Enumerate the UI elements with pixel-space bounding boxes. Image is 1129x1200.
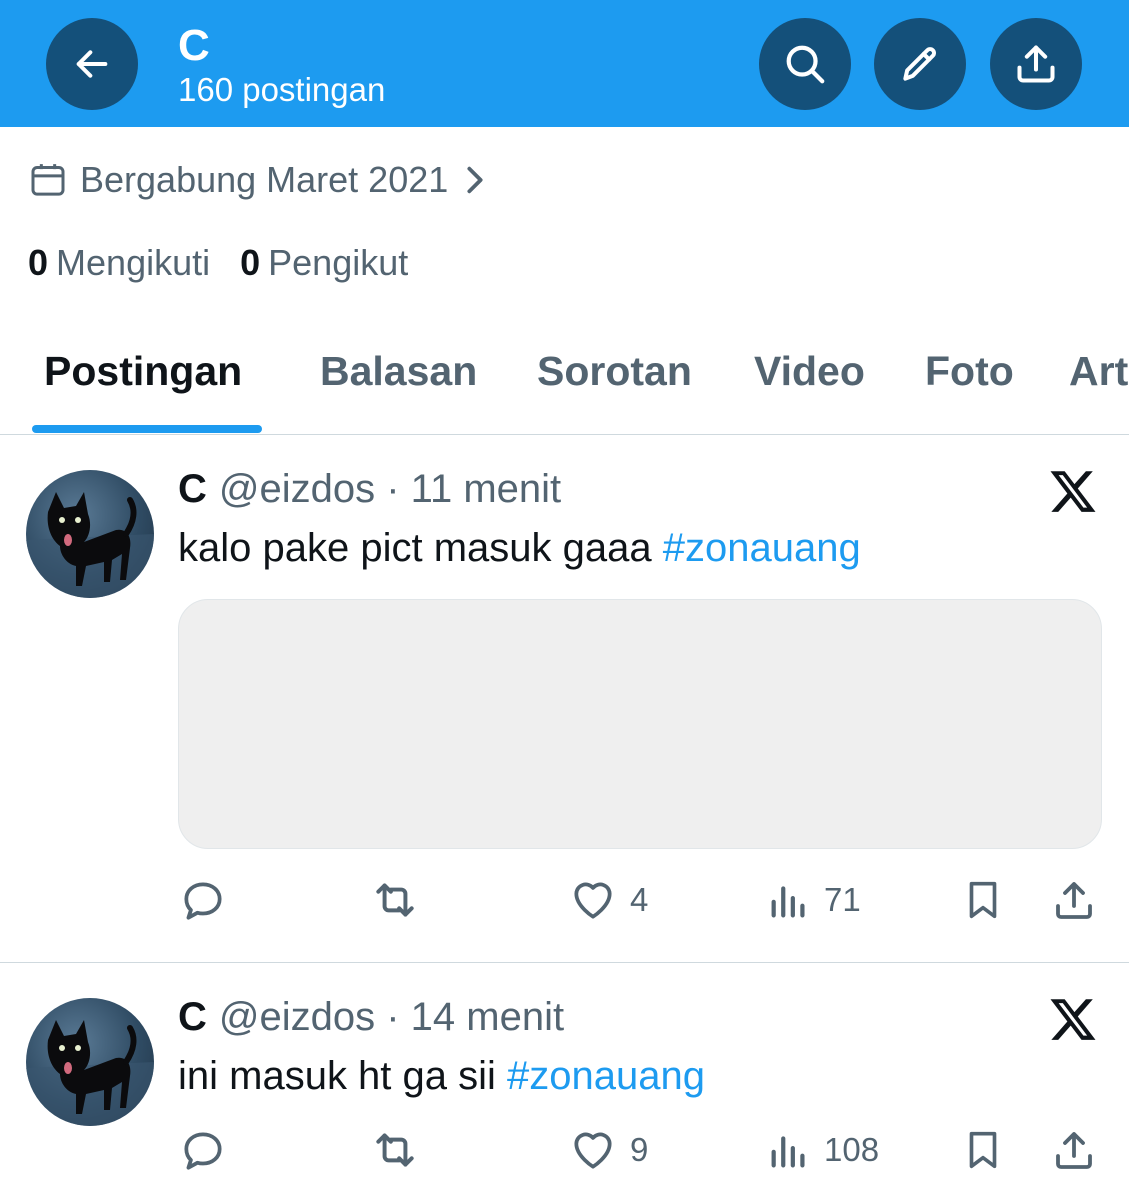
back-button[interactable] xyxy=(46,18,138,110)
post-body: kalo pake pict masuk gaaa xyxy=(178,526,663,570)
joined-date-row[interactable]: Bergabung Maret 2021 xyxy=(28,155,488,205)
share-icon xyxy=(1056,1132,1092,1169)
retweet-button[interactable] xyxy=(368,872,422,928)
x-logo-icon xyxy=(1050,471,1096,512)
avatar[interactable] xyxy=(26,998,154,1126)
retweet-button[interactable] xyxy=(368,1122,422,1178)
views-button[interactable]: 108 xyxy=(766,1122,879,1178)
post-actions: 9 108 xyxy=(178,1122,1108,1178)
post-actions: 4 71 xyxy=(178,872,1108,928)
views-button[interactable]: 71 xyxy=(766,872,861,928)
views-icon xyxy=(771,886,805,918)
post-author-name[interactable]: C xyxy=(178,995,207,1039)
chevron-right-icon xyxy=(462,163,488,197)
hashtag-link[interactable]: #zonauang xyxy=(507,1054,705,1098)
reply-icon xyxy=(184,882,222,920)
calendar-icon xyxy=(28,160,68,200)
profile-tabs: Postingan Balasan Sorotan Video Foto Art… xyxy=(0,318,1129,435)
post-author-handle[interactable]: @eizdos xyxy=(219,467,375,511)
followers-link[interactable]: 0 Pengikut xyxy=(240,242,408,284)
like-count: 9 xyxy=(630,1131,649,1168)
retweet-icon xyxy=(376,1133,414,1167)
tab-foto[interactable]: Foto xyxy=(925,346,1014,396)
reply-button[interactable] xyxy=(178,1122,228,1178)
search-button[interactable] xyxy=(759,18,851,110)
reply-button[interactable] xyxy=(178,872,228,928)
active-tab-indicator xyxy=(32,425,262,433)
view-count: 71 xyxy=(824,881,861,918)
like-button[interactable]: 9 xyxy=(568,1122,648,1178)
retweet-icon xyxy=(376,883,414,917)
hashtag-link[interactable]: #zonauang xyxy=(663,526,861,570)
black-cat-avatar-image xyxy=(26,492,154,598)
post-item[interactable]: C @eizdos · 11 menit kalo pake pict masuk… xyxy=(0,436,1129,963)
following-count: 0 xyxy=(28,242,49,283)
share-icon xyxy=(1017,45,1055,83)
avatar[interactable] xyxy=(26,470,154,598)
like-button[interactable]: 4 xyxy=(568,872,648,928)
views-icon xyxy=(771,1136,805,1168)
share-post-button[interactable] xyxy=(1050,872,1098,928)
like-count: 4 xyxy=(630,881,649,918)
post-text: ini masuk ht ga sii #zonauang xyxy=(178,1052,705,1100)
post-author-name[interactable]: C xyxy=(178,467,207,511)
tab-balasan[interactable]: Balasan xyxy=(320,346,477,396)
x-logo-icon xyxy=(1050,999,1096,1040)
post-author-handle[interactable]: @eizdos xyxy=(219,995,375,1039)
tab-video[interactable]: Video xyxy=(754,346,865,396)
pencil-icon xyxy=(903,47,936,81)
heart-icon xyxy=(574,1132,612,1169)
tab-sorotan[interactable]: Sorotan xyxy=(537,346,692,396)
share-profile-button[interactable] xyxy=(990,18,1082,110)
tab-postingan[interactable]: Postingan xyxy=(44,346,242,396)
black-cat-avatar-image xyxy=(26,1020,154,1126)
arrow-left-icon xyxy=(76,50,108,78)
post-meta: C @eizdos · 14 menit xyxy=(178,994,564,1040)
post-media-placeholder[interactable] xyxy=(178,599,1102,849)
bookmark-button[interactable] xyxy=(960,1122,1006,1178)
post-item[interactable]: C @eizdos · 14 menit ini masuk ht ga sii … xyxy=(0,964,1129,1200)
bookmark-button[interactable] xyxy=(960,872,1006,928)
profile-name-title: C xyxy=(178,21,210,70)
bookmark-icon xyxy=(969,881,997,919)
followers-count: 0 xyxy=(240,242,261,283)
followers-label: Pengikut xyxy=(268,242,409,283)
post-meta: C @eizdos · 11 menit xyxy=(178,466,561,512)
reply-icon xyxy=(184,1132,222,1170)
search-icon xyxy=(786,45,825,84)
joined-date-text: Bergabung Maret 2021 xyxy=(80,159,449,200)
follow-counts: 0 Mengikuti 0 Pengikut xyxy=(28,238,438,288)
share-post-button[interactable] xyxy=(1050,1122,1098,1178)
post-text: kalo pake pict masuk gaaa #zonauang xyxy=(178,524,861,572)
tab-artikel[interactable]: Artikel xyxy=(1069,346,1129,396)
bookmark-icon xyxy=(969,1131,997,1169)
post-time: · 14 menit xyxy=(386,995,565,1039)
view-count: 108 xyxy=(824,1131,880,1168)
share-icon xyxy=(1056,882,1092,919)
post-body: ini masuk ht ga sii xyxy=(178,1054,508,1098)
post-time: · 11 menit xyxy=(386,467,562,511)
following-link[interactable]: 0 Mengikuti xyxy=(28,242,210,284)
following-label: Mengikuti xyxy=(56,242,211,283)
edit-profile-button[interactable] xyxy=(874,18,966,110)
profile-header: C 160 postingan xyxy=(0,0,1129,127)
post-count: 160 postingan xyxy=(178,71,386,108)
heart-icon xyxy=(574,882,612,919)
